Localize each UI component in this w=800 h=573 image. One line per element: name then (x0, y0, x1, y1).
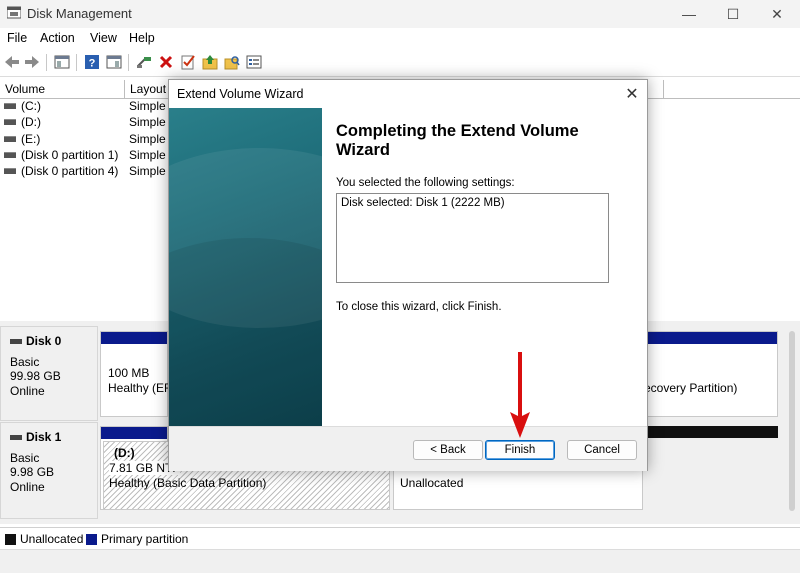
disk-management-icon (7, 6, 21, 19)
properties-icon[interactable] (105, 53, 123, 71)
show-hide-console-tree-icon[interactable] (53, 53, 71, 71)
legend-label-unallocated: Unallocated (20, 532, 84, 546)
status-bar (0, 549, 800, 573)
list-view-icon[interactable] (245, 53, 263, 71)
volume-layout: Simple (129, 132, 166, 146)
volume-name: (D:) (21, 115, 41, 129)
partition-label: (D:) (114, 446, 135, 460)
partition-status: Healthy (EFI (108, 381, 175, 395)
volume-row[interactable]: (C:) Simple (0, 99, 168, 115)
settings-text: Disk selected: Disk 1 (2222 MB) (341, 197, 505, 209)
help-icon[interactable]: ? (83, 53, 101, 71)
annotation-arrow-icon (510, 352, 530, 438)
back-button[interactable]: < Back (413, 440, 483, 460)
menu-view[interactable]: View (90, 31, 117, 45)
extend-volume-wizard-dialog: Extend Volume Wizard ✕ Completing the Ex… (168, 79, 648, 471)
legend-swatch-primary (86, 534, 97, 545)
disk-0-partition-efi[interactable]: 100 MB Healthy (EFI (100, 331, 175, 417)
volume-icon (4, 119, 16, 125)
back-icon[interactable] (3, 53, 21, 71)
volume-layout: Simple (129, 99, 166, 113)
disk-status: Online (10, 480, 45, 494)
unallocated-bar (647, 426, 778, 438)
connect-icon[interactable] (135, 53, 153, 71)
search-folder-icon[interactable] (223, 53, 241, 71)
disk-size: 9.98 GB (10, 465, 55, 479)
partition-size: 100 MB (108, 366, 150, 380)
disk-1-info[interactable]: Disk 1 Basic 9.98 GB Online (0, 422, 98, 519)
toolbar: ? (0, 49, 800, 77)
menu-file[interactable]: File (7, 31, 27, 45)
wizard-side-banner (169, 108, 322, 426)
legend-label-primary: Primary partition (101, 532, 189, 546)
window-title: Disk Management (27, 6, 132, 21)
primary-partition-bar (101, 427, 167, 439)
disk-type: Basic (10, 355, 40, 369)
volume-icon (4, 168, 16, 174)
menu-help[interactable]: Help (129, 31, 155, 45)
volume-icon (4, 103, 16, 109)
primary-partition-bar (101, 332, 167, 344)
partition-status: Unallocated (400, 476, 464, 490)
partition-status: Healthy (Basic Data Partition) (109, 476, 267, 490)
disk-icon (10, 434, 22, 440)
disk-name: Disk 0 (26, 334, 62, 348)
legend-swatch-unallocated (5, 534, 16, 545)
finish-button[interactable]: Finish (485, 440, 555, 460)
check-icon[interactable] (179, 53, 197, 71)
volume-name: (C:) (21, 99, 41, 113)
column-header-volume[interactable]: Volume (0, 80, 125, 98)
legend: Unallocated Primary partition (0, 527, 800, 550)
dialog-title-bar: Extend Volume Wizard ✕ (169, 80, 647, 108)
menu-action[interactable]: Action (40, 31, 75, 45)
toolbar-separator (128, 54, 129, 71)
column-header[interactable] (664, 80, 800, 98)
disk-type: Basic (10, 451, 40, 465)
volume-icon (4, 136, 16, 142)
title-bar: Disk Management — ☐ ✕ (0, 0, 800, 28)
settings-textbox[interactable]: Disk selected: Disk 1 (2222 MB) (336, 193, 609, 283)
volume-name: (Disk 0 partition 1) (21, 148, 119, 162)
up-folder-icon[interactable] (201, 53, 219, 71)
disk-name: Disk 1 (26, 430, 62, 444)
vertical-scrollbar[interactable] (789, 331, 795, 511)
forward-icon[interactable] (23, 53, 41, 71)
toolbar-separator (76, 54, 77, 71)
svg-text:?: ? (89, 58, 96, 70)
close-instruction: To close this wizard, click Finish. (336, 301, 502, 313)
volume-row[interactable]: (Disk 0 partition 1) Simple (0, 148, 168, 164)
wizard-heading: Completing the Extend Volume Wizard (336, 122, 579, 159)
volume-icon (4, 152, 16, 158)
menu-bar: File Action View Help (0, 28, 800, 49)
volume-row[interactable]: (Disk 0 partition 4) Simple (0, 164, 168, 180)
dialog-close-button[interactable]: ✕ (621, 83, 643, 105)
volume-name: (Disk 0 partition 4) (21, 164, 119, 178)
disk-0-info[interactable]: Disk 0 Basic 99.98 GB Online (0, 326, 98, 421)
delete-icon[interactable] (157, 53, 175, 71)
volume-layout: Simple (129, 164, 166, 178)
dialog-title: Extend Volume Wizard (177, 87, 304, 101)
maximize-button[interactable]: ☐ (710, 0, 756, 28)
settings-label: You selected the following settings: (336, 177, 515, 189)
volume-name: (E:) (21, 132, 41, 146)
primary-partition-bar (648, 332, 777, 344)
volume-layout: Simple (129, 115, 166, 129)
minimize-button[interactable]: — (666, 0, 712, 28)
disk-0-partition-recovery[interactable]: ecovery Partition) (644, 331, 778, 417)
partition-status: ecovery Partition) (644, 381, 738, 395)
disk-status: Online (10, 384, 45, 398)
volume-row[interactable]: (D:) Simple (0, 115, 168, 131)
close-button[interactable]: ✕ (754, 0, 800, 28)
volume-row[interactable]: (E:) Simple (0, 132, 168, 148)
toolbar-separator (46, 54, 47, 71)
dialog-button-bar: < Back Finish Cancel (169, 426, 647, 471)
cancel-button[interactable]: Cancel (567, 440, 637, 460)
volume-layout: Simple (129, 148, 166, 162)
disk-icon (10, 338, 22, 344)
column-header[interactable] (648, 80, 664, 98)
disk-size: 99.98 GB (10, 369, 61, 383)
